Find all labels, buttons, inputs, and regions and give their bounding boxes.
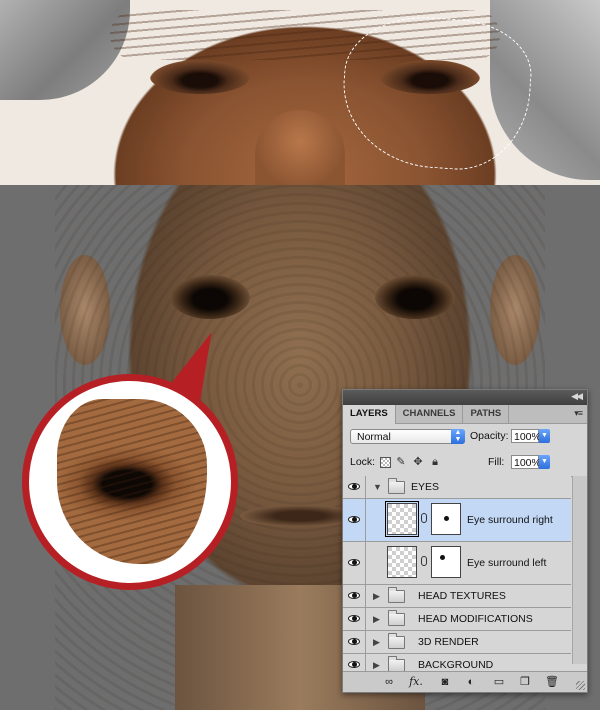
tab-paths[interactable]: PATHS	[463, 405, 510, 423]
trash-icon[interactable]: 🗑︎	[544, 675, 560, 689]
eye-icon[interactable]	[348, 660, 360, 669]
fill-label: Fill:	[488, 456, 505, 468]
panel-titlebar[interactable]: ◀◀	[343, 390, 587, 405]
eye-patch-cutout	[57, 399, 207, 564]
eye-icon[interactable]	[348, 515, 360, 524]
layer-mask-thumbnail[interactable]	[431, 503, 461, 535]
visibility-toggle[interactable]	[343, 476, 366, 498]
photo-eye-left	[150, 60, 250, 94]
eye-icon[interactable]	[348, 482, 360, 491]
layer-group-eyes[interactable]: ▼ EYES	[343, 476, 571, 499]
layer-name: Eye surround left	[467, 557, 547, 569]
source-photo	[0, 0, 600, 185]
collapsed-triangle-icon[interactable]: ▶	[373, 660, 380, 671]
folder-icon	[388, 633, 405, 649]
eye-icon[interactable]	[348, 637, 360, 646]
eye-icon[interactable]	[348, 614, 360, 623]
layer-group-head-modifications[interactable]: ▶ HEAD MODIFICATIONS	[343, 608, 571, 631]
layers-list: ▼ EYES Eye surround right Eye surround l…	[343, 476, 571, 677]
layers-scrollbar[interactable]	[572, 476, 587, 664]
folder-icon	[388, 587, 405, 603]
folder-icon	[388, 478, 405, 494]
blend-row: Normal ▲ ▼ Opacity: 100% ▼	[343, 424, 587, 450]
layer-name: BACKGROUND	[418, 659, 494, 671]
collapsed-triangle-icon[interactable]: ▶	[373, 614, 380, 625]
layer-name: Eye surround right	[467, 514, 553, 526]
layers-panel: ◀◀ LAYERS CHANNELS PATHS ▾≡ Normal ▲ ▼ Op…	[342, 389, 588, 693]
panel-tabs: LAYERS CHANNELS PATHS ▾≡	[343, 405, 587, 424]
fill-dropdown-icon[interactable]: ▼	[539, 455, 550, 469]
tab-layers[interactable]: LAYERS	[343, 405, 396, 424]
hair-left	[0, 0, 130, 100]
eye-icon[interactable]	[348, 591, 360, 600]
layer-thumbnail[interactable]	[385, 501, 419, 537]
panel-footer: ∞ fx. ◙ ◐ ▭ ❐ 🗑︎	[343, 671, 587, 692]
link-layers-icon[interactable]: ∞	[381, 675, 397, 689]
opacity-label: Opacity:	[470, 430, 509, 442]
visibility-toggle[interactable]	[343, 631, 366, 653]
lock-position-icon[interactable]: ✥	[412, 456, 424, 468]
lasso-selection-marquee[interactable]	[337, 11, 536, 175]
layer-name: 3D RENDER	[418, 636, 479, 648]
photo-nose	[255, 110, 345, 185]
blend-mode-value: Normal	[357, 431, 391, 443]
fill-input[interactable]: 100%	[511, 455, 541, 469]
mask-link-icon[interactable]	[421, 556, 427, 566]
lock-transparent-icon[interactable]	[380, 457, 391, 468]
layer-thumbnail[interactable]	[387, 546, 417, 578]
expanded-triangle-icon[interactable]: ▼	[373, 482, 382, 492]
layer-name: EYES	[411, 481, 440, 493]
layer-name: HEAD MODIFICATIONS	[418, 613, 533, 625]
lock-all-icon[interactable]: 🔒︎	[429, 456, 441, 468]
lock-label: Lock:	[350, 456, 376, 468]
mask-shape	[440, 555, 445, 560]
opacity-dropdown-icon[interactable]: ▼	[539, 429, 550, 443]
visibility-toggle[interactable]	[343, 608, 366, 630]
fx-icon[interactable]: fx.	[408, 675, 424, 689]
collapsed-triangle-icon[interactable]: ▶	[373, 637, 380, 648]
lock-image-brush-icon[interactable]: ✎	[395, 456, 407, 468]
layer-eye-surround-left[interactable]: Eye surround left	[343, 542, 571, 585]
blend-mode-stepper-icon[interactable]: ▲ ▼	[451, 429, 465, 444]
opacity-input[interactable]: 100%	[511, 429, 541, 443]
visibility-toggle[interactable]	[343, 542, 366, 584]
layer-group-3d-render[interactable]: ▶ 3D RENDER	[343, 631, 571, 654]
tab-channels[interactable]: CHANNELS	[396, 405, 464, 423]
creature-eye-left	[170, 275, 250, 319]
canvas: ◀◀ LAYERS CHANNELS PATHS ▾≡ Normal ▲ ▼ Op…	[0, 0, 600, 710]
folder-icon	[388, 610, 405, 626]
layer-mask-thumbnail[interactable]	[431, 546, 461, 578]
zoom-callout	[22, 374, 238, 590]
layer-name: HEAD TEXTURES	[418, 590, 506, 602]
collapse-panel-icon[interactable]: ◀◀	[571, 391, 583, 402]
collapsed-triangle-icon[interactable]: ▶	[373, 591, 380, 602]
visibility-toggle[interactable]	[343, 499, 366, 541]
layer-group-head-textures[interactable]: ▶ HEAD TEXTURES	[343, 585, 571, 608]
resize-grip-icon[interactable]	[576, 681, 585, 690]
new-group-icon[interactable]: ▭	[491, 675, 507, 689]
mask-shape	[444, 516, 449, 521]
visibility-toggle[interactable]	[343, 585, 366, 607]
new-layer-icon[interactable]: ❐	[517, 675, 533, 689]
creature-eye-right	[375, 275, 455, 319]
eye-icon[interactable]	[348, 558, 360, 567]
panel-menu-icon[interactable]: ▾≡	[574, 408, 583, 419]
layer-eye-surround-right[interactable]: Eye surround right	[343, 499, 571, 542]
blend-mode-select[interactable]: Normal ▲ ▼	[350, 429, 465, 444]
adjustment-layer-icon[interactable]: ◐	[463, 675, 479, 689]
lock-row: Lock: ✎ ✥ 🔒︎ Fill: 100% ▼	[343, 450, 587, 477]
add-mask-icon[interactable]: ◙	[437, 675, 453, 689]
mask-link-icon[interactable]	[421, 513, 427, 523]
